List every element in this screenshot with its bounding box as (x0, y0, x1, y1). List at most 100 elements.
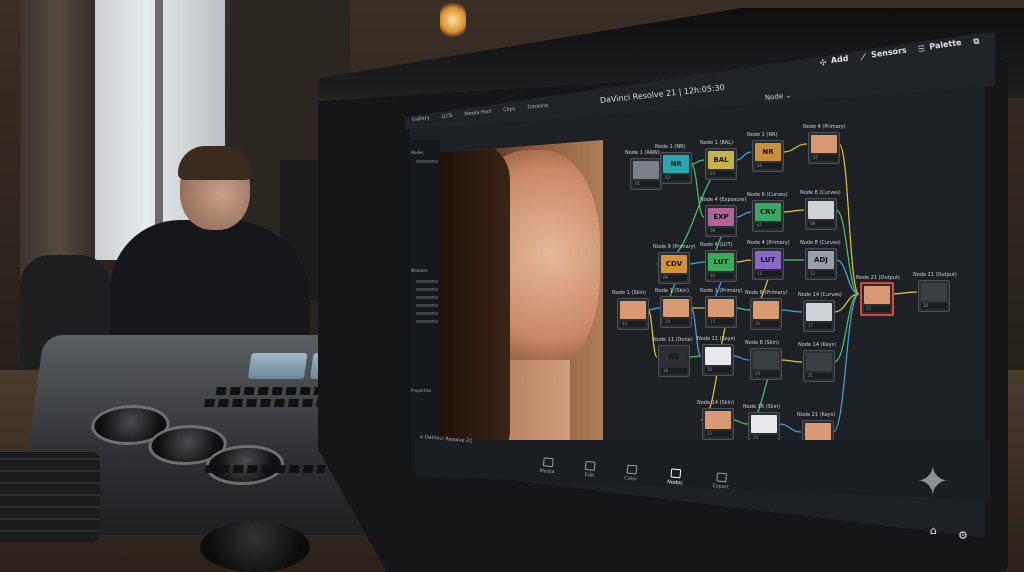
node-label: Node 6 (Curves) (747, 192, 788, 198)
page-tab-export[interactable]: Export (712, 472, 730, 491)
node-thumbnail: EXP (708, 208, 734, 226)
node-footer: 22 (705, 431, 731, 437)
node-thumbnail (808, 201, 834, 219)
node-footer: 25 (864, 306, 890, 312)
page-tab-nodes[interactable]: Nodes (667, 468, 684, 486)
node-21[interactable]: Node 14 (Keys) 21 (798, 342, 836, 382)
node-label: Node 4 (Exposure) (700, 197, 747, 203)
node-footer: 21 (806, 373, 832, 379)
node-footer: 14 (663, 319, 689, 325)
node-16[interactable]: Node 8 (Primary) 16 (745, 290, 788, 330)
node-label: Node 8 (Curves) (800, 240, 841, 246)
node-footer: 02 (663, 175, 689, 181)
node-thumbnail: CRV (755, 203, 781, 221)
node-thumbnail (811, 135, 837, 153)
node-label: Node 1 (BAL) (700, 140, 733, 146)
node-footer: 18 (661, 368, 687, 374)
page-tab-edit[interactable]: Edit (584, 460, 596, 479)
node-thumbnail: NS (661, 348, 687, 366)
node-thumbnail (705, 411, 731, 429)
node-8[interactable]: Node 8 (Curves) 08 (800, 190, 841, 230)
node-25[interactable]: Node 21 (Output) 25 (856, 275, 900, 316)
node-label: Node 16 (Skin) (743, 404, 781, 410)
home-icon[interactable]: ⌂ (930, 525, 942, 536)
node-9[interactable]: Node 9 (Primary) CDV 09 (653, 244, 696, 284)
node-thumbnail (806, 303, 832, 321)
node-15[interactable]: Node 1 (Primary) 15 (700, 288, 743, 328)
node-23[interactable]: Node 16 (Skin) 23 (743, 404, 780, 444)
node-label: Node 1 (Skin) (612, 290, 646, 296)
node-22[interactable]: Node 14 (Skin) 22 (697, 400, 734, 440)
node-18[interactable]: Node 11 (Done) NS 18 (653, 337, 693, 377)
node-thumbnail: NR (663, 155, 689, 173)
node-footer: 15 (708, 319, 734, 325)
node-thumbnail: LUT (708, 253, 734, 271)
node-26[interactable]: Node 21 (Output) 26 (913, 272, 957, 312)
node-thumbnail: LUT (755, 251, 781, 269)
node-1[interactable]: Node 1 (RAW) 01 (625, 150, 662, 190)
node-10[interactable]: Node 4 (LUT) LUT 10 (700, 242, 737, 282)
node-footer: 12 (808, 271, 834, 277)
node-thumbnail: CDV (661, 255, 687, 273)
node-thumbnail (864, 286, 890, 304)
node-3[interactable]: Node 1 (BAL) BAL 03 (700, 140, 737, 180)
node-graph[interactable]: Node 1 (RAW) 01 Node 1 (NR) NR 02 Node 1 (BAL… (603, 100, 985, 480)
node-19[interactable]: Node 11 (Keys) 19 (697, 336, 735, 376)
node-thumbnail (705, 347, 731, 365)
node-2[interactable]: Node 1 (NR) NR 02 (655, 144, 692, 184)
node-label: Node 21 (Output) (856, 275, 900, 281)
node-thumbnail (805, 423, 831, 441)
media-icon (542, 457, 554, 468)
node-footer: 01 (633, 181, 659, 187)
node-label: Node 11 (Keys) (697, 336, 736, 342)
node-thumbnail (620, 301, 646, 319)
node-footer: 26 (921, 303, 947, 309)
sparkle-icon: ✦ (916, 459, 950, 505)
node-13[interactable]: Node 1 (Skin) 13 (612, 290, 649, 330)
node-label: Node 1 (Primary) (700, 288, 743, 294)
node-footer: 04 (755, 163, 781, 169)
node-label: Node 21 (Output) (913, 272, 957, 278)
node-footer: 06 (708, 228, 734, 234)
node-label: Node 21 (Keys) (797, 412, 836, 418)
node-20[interactable]: Node 8 (Skin) 20 (745, 340, 782, 380)
node-6[interactable]: Node 4 (Exposure) EXP 06 (700, 197, 746, 237)
node-label: Node 14 (Keys) (798, 342, 837, 348)
node-label: Node 1 (NR) (655, 144, 686, 150)
node-label: Node 8 (Curves) (800, 190, 841, 196)
node-footer: 16 (753, 321, 779, 327)
node-footer: 07 (755, 223, 781, 229)
node-thumbnail (753, 351, 779, 369)
node-label: Node 8 (Primary) (745, 290, 788, 296)
node-thumbnail (806, 353, 832, 371)
node-thumbnail (708, 299, 734, 317)
node-thumbnail (633, 161, 659, 179)
node-footer: 03 (708, 171, 734, 177)
node-4[interactable]: Node 1 (NR) NR 04 (747, 132, 784, 172)
export-icon (716, 472, 727, 483)
node-thumbnail (753, 301, 779, 319)
node-label: Node 1 (NR) (747, 132, 778, 138)
node-12[interactable]: Node 8 (Curves) ADJ 12 (800, 240, 841, 280)
node-footer: 20 (753, 371, 779, 377)
page-tab-media[interactable]: Media (539, 457, 555, 475)
node-footer: 08 (808, 221, 834, 227)
node-14[interactable]: Node 1 (Skin) 14 (655, 288, 692, 328)
node-footer: 19 (705, 367, 731, 373)
color-icon (626, 464, 637, 475)
node-label: Node 4 (LUT) (700, 242, 733, 248)
node-footer: 05 (811, 155, 837, 161)
node-label: Node 14 (Curves) (798, 292, 842, 298)
node-7[interactable]: Node 6 (Curves) CRV 07 (747, 192, 788, 232)
node-thumbnail: NR (755, 143, 781, 161)
node-thumbnail (663, 299, 689, 317)
page-tab-color[interactable]: Color (624, 464, 638, 483)
node-17[interactable]: Node 14 (Curves) 17 (798, 292, 842, 332)
node-5[interactable]: Node 4 (Primary) 05 (803, 124, 846, 164)
node-footer: 17 (806, 323, 832, 329)
node-11[interactable]: Node 4 (Primary) LUT 11 (747, 240, 790, 280)
gear-icon[interactable]: ⚙ (958, 530, 970, 542)
node-label: Node 11 (Done) (653, 337, 693, 343)
node-thumbnail (921, 283, 947, 301)
node-thumbnail: ADJ (808, 251, 834, 269)
